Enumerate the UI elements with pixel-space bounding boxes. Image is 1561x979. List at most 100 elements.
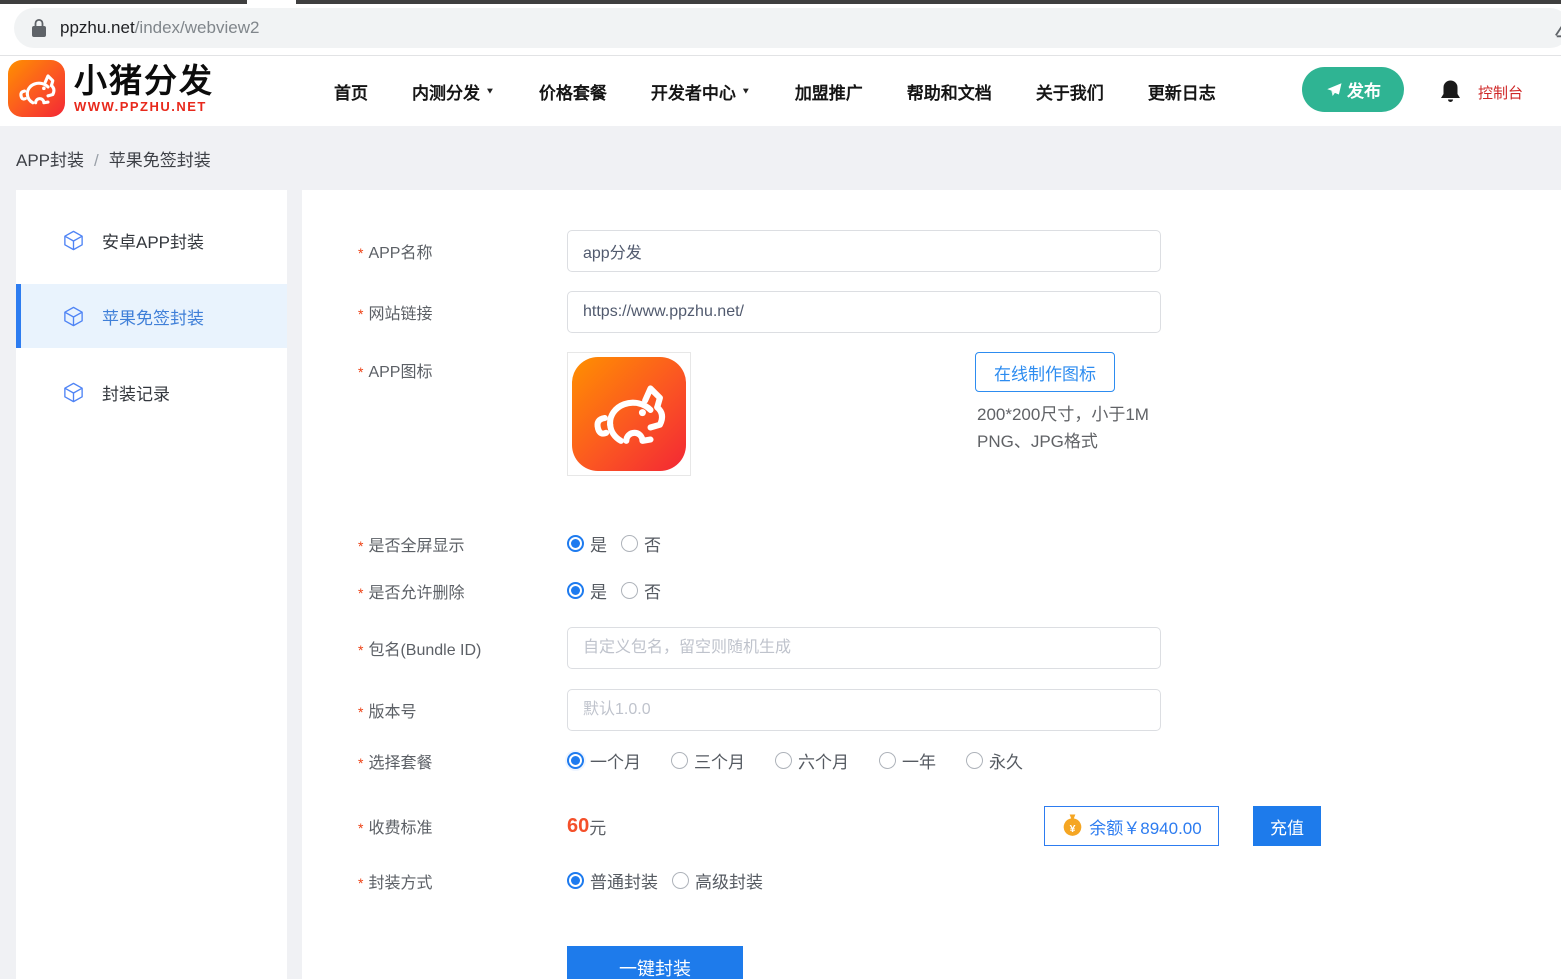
logo-text: 小猪分发 WWW.PPZHU.NET xyxy=(74,64,214,114)
form-row-plan: *选择套餐 一个月 三个月 六个月 一年 永久 xyxy=(358,748,1541,773)
package-type-radio-group: 普通封装 高级封装 xyxy=(567,868,777,893)
cube-icon xyxy=(62,381,85,404)
form-row-package-type: *封装方式 普通封装 高级封装 xyxy=(358,868,1541,893)
field-label: *封装方式 xyxy=(358,869,567,893)
chevron-down-icon: ▼ xyxy=(485,86,495,95)
form-row-site-url: *网站链接 xyxy=(358,291,1541,333)
chrome-divider xyxy=(0,55,1561,56)
app-icon-area: 在线制作图标 200*200尺寸，小于1M PNG、JPG格式 xyxy=(567,352,1541,482)
required-asterisk: * xyxy=(358,245,363,261)
required-asterisk: * xyxy=(358,306,363,322)
radio-plan-3months[interactable]: 三个月 xyxy=(671,748,745,773)
nav-item-beta-distribution[interactable]: 内测分发▼ xyxy=(412,79,495,104)
icon-hint-size: 200*200尺寸，小于1M xyxy=(977,400,1149,425)
field-label: *收费标准 xyxy=(358,814,567,838)
radio-advanced-package[interactable]: 高级封装 xyxy=(672,868,763,893)
breadcrumb-page: 苹果免签封装 xyxy=(109,151,211,170)
field-label: *选择套餐 xyxy=(358,749,567,773)
radio-unchecked-icon xyxy=(966,752,983,769)
radio-fullscreen-yes[interactable]: 是 xyxy=(567,531,607,556)
pig-app-icon xyxy=(572,357,686,471)
one-click-package-button[interactable]: 一键封装 xyxy=(567,946,743,979)
required-asterisk: * xyxy=(358,364,363,380)
form-row-bundle-id: *包名(Bundle ID) xyxy=(358,627,1541,669)
make-icon-online-button[interactable]: 在线制作图标 xyxy=(975,352,1115,392)
version-input[interactable] xyxy=(567,689,1161,731)
window-frame-strip xyxy=(296,0,1561,4)
radio-unchecked-icon xyxy=(775,752,792,769)
sidebar-item-android-package[interactable]: 安卓APP封装 xyxy=(16,208,287,272)
breadcrumb-section[interactable]: APP封装 xyxy=(16,151,84,170)
field-label: *APP图标 xyxy=(358,358,567,382)
form-row-app-icon: *APP图标 xyxy=(358,352,1541,482)
radio-plan-1month[interactable]: 一个月 xyxy=(567,748,641,773)
radio-allow-delete-no[interactable]: 否 xyxy=(621,578,661,603)
publish-button[interactable]: 发布 xyxy=(1302,67,1404,112)
app-name-input[interactable] xyxy=(567,230,1161,272)
balance-text: 余额￥8940.00 xyxy=(1089,814,1201,839)
money-bag-icon: ¥ xyxy=(1061,813,1084,839)
nav-item-affiliate[interactable]: 加盟推广 xyxy=(795,79,863,104)
site-url-input[interactable] xyxy=(567,291,1161,333)
cube-icon xyxy=(62,229,85,252)
svg-text:¥: ¥ xyxy=(1070,823,1076,835)
required-asterisk: * xyxy=(358,704,363,720)
sidebar-item-package-records[interactable]: 封装记录 xyxy=(16,360,287,424)
paper-plane-icon xyxy=(1325,81,1343,99)
form-row-allow-delete: *是否允许删除 是 否 xyxy=(358,578,1541,603)
radio-checked-icon xyxy=(567,582,584,599)
radio-checked-icon xyxy=(567,872,584,889)
bundle-id-input[interactable] xyxy=(567,627,1161,669)
allow-delete-radio-group: 是 否 xyxy=(567,578,675,603)
logo-title: 小猪分发 xyxy=(74,64,214,98)
url-path: /index/webview2 xyxy=(135,18,260,37)
radio-allow-delete-yes[interactable]: 是 xyxy=(567,578,607,603)
console-link[interactable]: 控制台 xyxy=(1478,82,1523,103)
field-label: *包名(Bundle ID) xyxy=(358,636,567,660)
price-area: 60 元 ¥ 余额￥8940.00 充值 xyxy=(567,806,1541,846)
field-label: *是否允许删除 xyxy=(358,579,567,603)
icon-hint-format: PNG、JPG格式 xyxy=(977,427,1098,452)
required-asterisk: * xyxy=(358,875,363,891)
plan-radio-group: 一个月 三个月 六个月 一年 永久 xyxy=(567,748,1053,773)
price-unit: 元 xyxy=(589,814,606,839)
breadcrumb-separator: / xyxy=(94,151,99,170)
field-label: *是否全屏显示 xyxy=(358,532,567,556)
recharge-button[interactable]: 充值 xyxy=(1253,806,1321,846)
radio-normal-package[interactable]: 普通封装 xyxy=(567,868,658,893)
app-icon-preview[interactable] xyxy=(567,352,691,476)
field-label: *网站链接 xyxy=(358,300,567,324)
form-row-version: *版本号 xyxy=(358,689,1541,731)
nav-item-about-us[interactable]: 关于我们 xyxy=(1036,79,1104,104)
radio-plan-forever[interactable]: 永久 xyxy=(966,748,1023,773)
address-bar[interactable]: ppzhu.net/index/webview2 xyxy=(14,8,1561,48)
nav-item-pricing[interactable]: 价格套餐 xyxy=(539,79,607,104)
radio-checked-icon xyxy=(567,752,584,769)
required-asterisk: * xyxy=(358,585,363,601)
form-row-app-name: *APP名称 xyxy=(358,230,1541,272)
share-icon-partial[interactable] xyxy=(1554,20,1561,38)
site-logo[interactable]: 小猪分发 WWW.PPZHU.NET xyxy=(8,60,214,117)
cube-icon xyxy=(62,305,85,328)
fullscreen-radio-group: 是 否 xyxy=(567,531,675,556)
radio-plan-1year[interactable]: 一年 xyxy=(879,748,936,773)
notification-bell-icon[interactable] xyxy=(1440,79,1461,103)
radio-fullscreen-no[interactable]: 否 xyxy=(621,531,661,556)
nav-item-home[interactable]: 首页 xyxy=(334,79,368,104)
radio-plan-6months[interactable]: 六个月 xyxy=(775,748,849,773)
window-frame-strip xyxy=(0,0,247,4)
site-header: 小猪分发 WWW.PPZHU.NET 首页 内测分发▼ 价格套餐 开发者中心▼ … xyxy=(0,56,1561,126)
form-row-fullscreen: *是否全屏显示 是 否 xyxy=(358,531,1541,556)
radio-unchecked-icon xyxy=(621,582,638,599)
chevron-down-icon: ▼ xyxy=(741,86,751,95)
balance-display[interactable]: ¥ 余额￥8940.00 xyxy=(1044,806,1219,846)
nav-item-help-docs[interactable]: 帮助和文档 xyxy=(907,79,992,104)
radio-unchecked-icon xyxy=(672,872,689,889)
nav-item-changelog[interactable]: 更新日志 xyxy=(1148,79,1216,104)
field-label: *版本号 xyxy=(358,698,567,722)
price-amount: 60 xyxy=(567,815,589,838)
sidebar-item-ios-signfree-package[interactable]: 苹果免签封装 xyxy=(16,284,287,348)
nav-item-developer-center[interactable]: 开发者中心▼ xyxy=(651,79,751,104)
package-form: *APP名称 *网站链接 *APP图标 xyxy=(302,190,1561,979)
required-asterisk: * xyxy=(358,538,363,554)
